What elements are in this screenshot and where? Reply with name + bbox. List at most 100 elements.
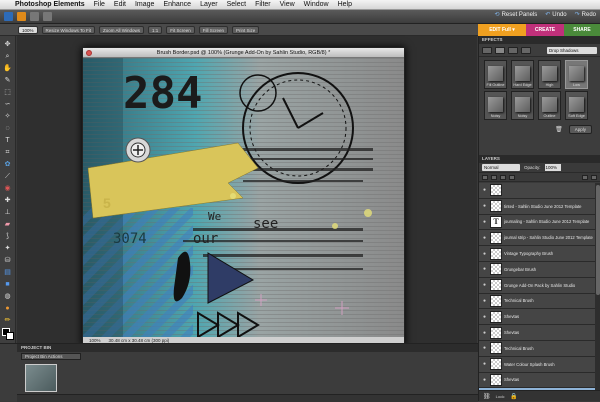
effect-thumb[interactable]: Fill Outline [484,60,507,89]
tab-share[interactable]: SHARE [564,24,600,36]
photo-effects-tab-icon[interactable] [508,47,518,54]
lasso-tool-icon[interactable]: ∽ [3,100,12,109]
actual-pixels-button[interactable]: 1:1 [148,26,162,34]
layer-row[interactable]: ●Technical Brush [479,294,595,310]
zoom-all-windows-button[interactable]: Zoom All Windows [99,26,144,34]
type-tool-icon[interactable]: T [3,136,12,145]
layer-row[interactable]: ●Vintage Typography Brush [479,246,595,262]
pencil-tool-icon[interactable]: ✏ [3,316,12,325]
menu-image[interactable]: Image [135,1,154,8]
delete-layer-icon[interactable] [509,175,515,180]
visibility-eye-icon[interactable]: ● [481,235,488,241]
blur-tool-icon[interactable]: ◍ [3,292,12,301]
menu-select[interactable]: Select [227,1,246,8]
menu-view[interactable]: View [280,1,295,8]
organizer-icon[interactable] [4,12,13,21]
smart-brush-icon[interactable]: ✦ [3,244,12,253]
healing-brush-icon[interactable]: ✚ [3,196,12,205]
shape-tool-icon[interactable]: ■ [3,280,12,289]
effect-thumb[interactable]: High [538,60,561,89]
fit-screen-button[interactable]: Fit Screen [166,26,195,34]
menu-edit[interactable]: Edit [114,1,126,8]
lock-transparency-icon[interactable] [582,175,588,180]
effect-thumb[interactable]: Noisy [511,91,534,120]
sponge-tool-icon[interactable]: ● [3,304,12,313]
menu-layer[interactable]: Layer [200,1,218,8]
visibility-eye-icon[interactable]: ● [481,314,488,320]
effect-thumb[interactable]: Hard Edge [511,60,534,89]
screen-mode-icon[interactable] [30,12,39,21]
tab-edit-full[interactable]: EDIT Full ▾ [478,24,526,36]
layer-row[interactable]: ●Shevtas [479,309,595,325]
visibility-eye-icon[interactable]: ● [481,361,488,367]
layers-scrollbar[interactable] [595,183,600,390]
eyedropper-tool-icon[interactable]: ✎ [3,76,12,85]
layer-row[interactable]: ●Shevtas [479,325,595,341]
layer-row[interactable]: ●tinted - Sahlin Studio June 2012 Templa… [479,199,595,215]
zoom-tool-icon[interactable]: ⌕ [3,52,12,61]
brush-tool-icon[interactable]: ⟆ [3,232,12,241]
redo-button[interactable]: ↷Redo [575,11,596,18]
visibility-eye-icon[interactable]: ● [481,377,488,383]
layer-row[interactable]: ●Shevtas [479,373,595,389]
marquee-tool-icon[interactable]: ⬚ [3,88,12,97]
arrange-icon[interactable] [43,12,52,21]
layer-row[interactable]: ●journal strip - Sahlin Studio June 2012… [479,230,595,246]
effect-thumb[interactable]: Soft Edge [565,91,588,120]
opacity-field[interactable]: 100% [545,164,561,171]
visibility-eye-icon[interactable]: ● [481,345,488,351]
layer-row[interactable]: ●Grungebar Brush [479,262,595,278]
clone-stamp-icon[interactable]: ⊥ [3,208,12,217]
visibility-eye-icon[interactable]: ● [481,330,488,336]
layer-row[interactable]: ● [479,183,595,199]
eraser-tool-icon[interactable]: ▰ [3,220,12,229]
menu-app-name[interactable]: Photoshop Elements [15,1,85,8]
visibility-eye-icon[interactable]: ● [481,251,488,257]
hand-tool-icon[interactable]: ✋ [3,64,12,73]
document-window[interactable]: Brush Border.psd @ 100% (Grunge Add-On b… [82,47,405,346]
visibility-eye-icon[interactable]: ● [481,203,488,209]
move-tool-icon[interactable]: ✥ [3,40,12,49]
menu-filter[interactable]: Filter [255,1,271,8]
straighten-tool-icon[interactable]: ⟋ [3,172,12,181]
layer-row[interactable]: ●Water Colour Splash Brush [479,357,595,373]
tab-create[interactable]: CREATE [526,24,564,36]
new-group-icon[interactable] [491,175,497,180]
visibility-eye-icon[interactable]: ● [481,298,488,304]
effect-thumb[interactable]: Outline [538,91,561,120]
scrollbar-thumb[interactable] [596,185,600,295]
link-layers-icon[interactable]: ⛓ [483,393,491,400]
lock-all-icon[interactable] [591,175,597,180]
selection-brush-icon[interactable]: ◌ [3,124,12,133]
effect-thumb[interactable]: Noisy [484,91,507,120]
menu-enhance[interactable]: Enhance [163,1,191,8]
print-size-button[interactable]: Print Size [232,26,259,34]
reset-panels-button[interactable]: ⟲Reset Panels [495,11,538,18]
trash-icon[interactable]: 🗑 [555,126,563,133]
fill-screen-button[interactable]: Fill Screen [199,26,228,34]
adjustment-layer-icon[interactable] [500,175,506,180]
visibility-eye-icon[interactable]: ● [481,219,488,225]
elements-logo-icon[interactable] [17,12,26,21]
resize-windows-button[interactable]: Resize Windows To Fit [42,26,95,34]
all-effects-tab-icon[interactable] [521,47,531,54]
image-canvas[interactable]: 284 5 We see our [83,58,404,337]
menu-file[interactable]: File [94,1,105,8]
project-bin-thumbnail[interactable] [25,364,57,392]
magic-wand-tool-icon[interactable]: ✧ [3,112,12,121]
visibility-eye-icon[interactable]: ● [481,266,488,272]
layer-row[interactable]: ●Technical Brush [479,341,595,357]
visibility-eye-icon[interactable]: ● [481,187,488,193]
apply-button[interactable]: Apply [569,125,592,134]
menu-window[interactable]: Window [304,1,329,8]
zoom-field[interactable]: 100% [18,26,38,34]
color-swatches-icon[interactable] [2,328,14,340]
cookie-cutter-icon[interactable]: ✿ [3,160,12,169]
gradient-tool-icon[interactable]: ▤ [3,268,12,277]
visibility-eye-icon[interactable]: ● [481,282,488,288]
blend-mode-select[interactable]: Normal [482,164,520,171]
new-layer-icon[interactable] [482,175,488,180]
undo-button[interactable]: ↶Undo [545,11,566,18]
effect-thumb-selected[interactable]: Low [565,60,588,89]
project-bin-actions-dropdown[interactable]: Project Bin Actions [21,353,81,360]
